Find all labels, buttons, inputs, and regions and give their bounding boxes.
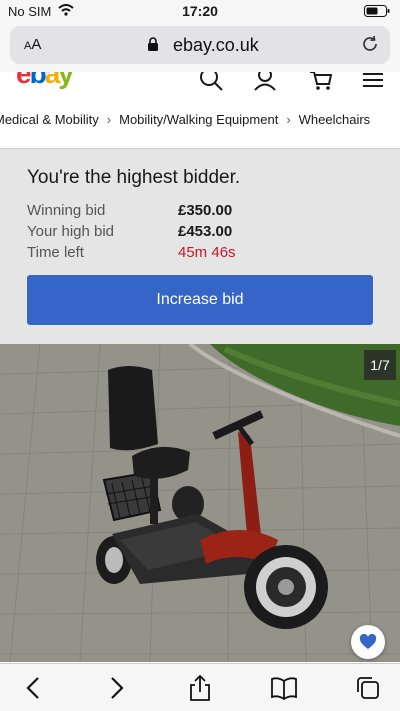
share-icon[interactable]: [186, 674, 214, 702]
url-text: ebay.co.uk: [173, 35, 259, 55]
site-header: ebay: [0, 72, 400, 100]
lock-icon: [147, 37, 159, 57]
bid-status-panel: You're the highest bidder. Winning bid £…: [0, 148, 400, 344]
time-left-label: Time left: [27, 244, 84, 261]
time-left-value: 45m 46s: [178, 244, 236, 261]
chevron-right-icon: ›: [106, 112, 112, 127]
cart-icon[interactable]: [308, 72, 334, 97]
increase-bid-button[interactable]: Increase bid: [27, 275, 373, 325]
menu-icon[interactable]: [362, 72, 384, 97]
bid-status-title: You're the highest bidder.: [27, 167, 241, 188]
browser-toolbar: [0, 663, 400, 711]
winning-bid-label: Winning bid: [27, 202, 106, 219]
mobility-scooter-photo: [0, 344, 400, 662]
forward-icon[interactable]: [102, 674, 130, 702]
browser-address-bar: AA ebay.co.uk: [0, 22, 400, 72]
winning-bid-value: £350.00: [178, 202, 233, 219]
listing-image[interactable]: 1/7: [0, 344, 400, 662]
your-high-bid-label: Your high bid: [27, 223, 115, 240]
heart-icon: [359, 634, 377, 649]
clock: 17:20: [182, 3, 218, 19]
user-icon[interactable]: [252, 72, 278, 97]
tabs-icon[interactable]: [354, 674, 382, 702]
reader-view-button[interactable]: AA: [24, 36, 41, 53]
status-bar: No SIM 17:20: [0, 0, 400, 22]
your-high-bid-value: £453.00: [178, 223, 233, 240]
watch-button[interactable]: [351, 625, 385, 659]
breadcrumb-item-wheelchairs[interactable]: Wheelchairs: [299, 112, 371, 127]
photo-counter: 1/7: [364, 350, 396, 380]
chevron-right-icon: ›: [286, 112, 291, 127]
bookmarks-icon[interactable]: [270, 674, 298, 702]
breadcrumb-item-walking-equipment[interactable]: Mobility/Walking Equipment: [119, 112, 278, 127]
battery-icon: [364, 5, 390, 20]
search-icon[interactable]: [198, 72, 224, 97]
breadcrumb-item-medical-mobility[interactable]: Medical & Mobility: [0, 112, 99, 127]
breadcrumb: Medical & Mobility › Mobility/Walking Equi…: [0, 100, 400, 146]
ebay-logo[interactable]: ebay: [16, 72, 74, 90]
back-icon[interactable]: [20, 674, 48, 702]
reload-icon[interactable]: [360, 34, 380, 59]
url-field[interactable]: AA ebay.co.uk: [10, 26, 390, 64]
